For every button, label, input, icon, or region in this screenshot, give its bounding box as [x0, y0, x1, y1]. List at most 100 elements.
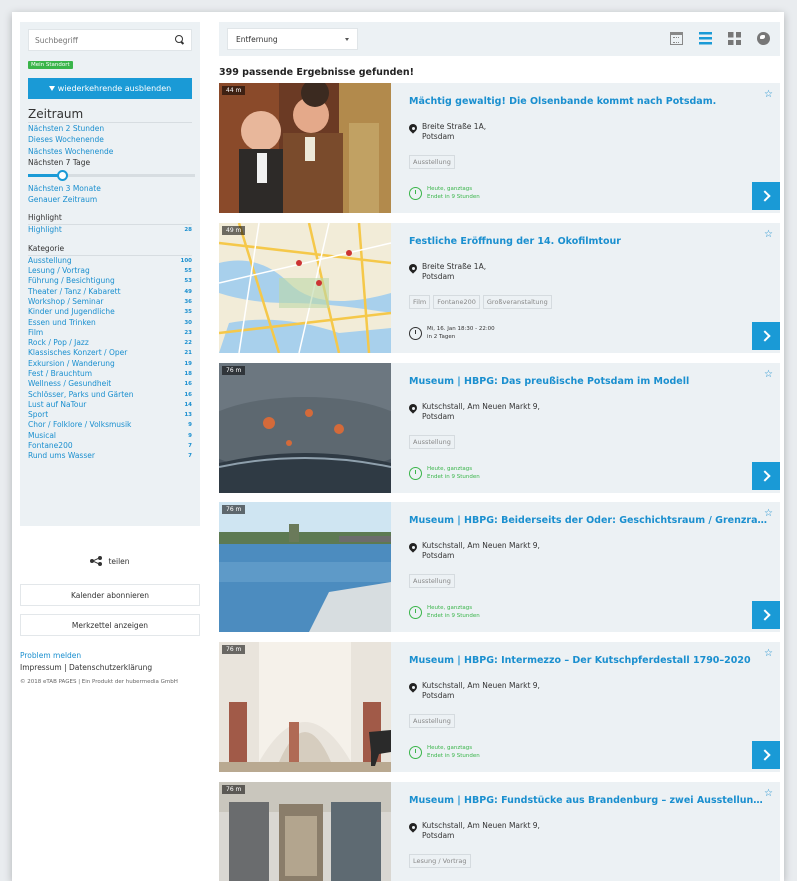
zeitraum-option[interactable]: Genauer Zeitraum	[28, 194, 192, 205]
category-row[interactable]: Kinder und Jugendliche 35	[28, 307, 192, 317]
category-label[interactable]: Workshop / Seminar	[28, 297, 104, 307]
hide-recurring-button[interactable]: wiederkehrende ausblenden	[28, 78, 192, 99]
highlight-label[interactable]: Highlight	[28, 225, 62, 235]
search-icon[interactable]	[175, 35, 185, 45]
zeitraum-option[interactable]: Nächsten 3 Monate	[28, 183, 192, 194]
category-row[interactable]: Workshop / Seminar 36	[28, 297, 192, 307]
category-label[interactable]: Fest / Brauchtum	[28, 369, 92, 379]
category-label[interactable]: Fontane200	[28, 441, 73, 451]
event-title[interactable]: Museum | HBPG: Fundstücke aus Brandenbur…	[409, 795, 769, 806]
sort-select[interactable]: Entfernung	[227, 28, 358, 50]
category-row[interactable]: Chor / Folklore / Volksmusik 9	[28, 420, 192, 430]
report-problem-link[interactable]: Problem melden	[20, 650, 200, 662]
category-row[interactable]: Theater / Tanz / Kabarett 49	[28, 287, 192, 297]
category-row[interactable]: Wellness / Gesundheit 16	[28, 379, 192, 389]
category-row[interactable]: Sport 13	[28, 410, 192, 420]
grid-icon[interactable]	[728, 32, 741, 45]
open-event-button[interactable]	[752, 601, 780, 629]
star-icon[interactable]: ☆	[764, 369, 773, 380]
category-row[interactable]: Schlösser, Parks und Gärten 16	[28, 390, 192, 400]
event-title[interactable]: Festliche Eröffnung der 14. Ökofilmtour	[409, 236, 769, 247]
category-tag[interactable]: Fontane200	[433, 295, 480, 309]
location-badge[interactable]: Mein Standort	[28, 61, 73, 69]
zeitraum-option[interactable]: Dieses Wochenende	[28, 134, 192, 145]
category-row[interactable]: Musical 9	[28, 431, 192, 441]
category-row[interactable]: Lust auf NaTour 14	[28, 400, 192, 410]
star-icon[interactable]: ☆	[764, 648, 773, 659]
category-tag[interactable]: Ausstellung	[409, 435, 455, 449]
event-card[interactable]: 44 m Mächtig gewaltig! Die Olsenbande kom…	[219, 83, 780, 213]
category-label[interactable]: Kinder und Jugendliche	[28, 307, 115, 317]
category-label[interactable]: Film	[28, 328, 43, 338]
highlight-row[interactable]: Highlight 28	[28, 225, 192, 235]
category-row[interactable]: Rund ums Wasser 7	[28, 451, 192, 461]
event-card[interactable]: 76 m Museum | HBPG: Beiderseits der Oder:…	[219, 502, 780, 632]
category-row[interactable]: Ausstellung 100	[28, 256, 192, 266]
star-icon[interactable]: ☆	[764, 229, 773, 240]
category-label[interactable]: Exkursion / Wanderung	[28, 359, 115, 369]
event-title[interactable]: Museum | HBPG: Beiderseits der Oder: Ges…	[409, 515, 769, 526]
category-tag[interactable]: Ausstellung	[409, 574, 455, 588]
event-image[interactable]: 76 m	[219, 363, 391, 493]
list-icon[interactable]	[699, 32, 712, 45]
star-icon[interactable]: ☆	[764, 89, 773, 100]
event-title[interactable]: Mächtig gewaltig! Die Olsenbande kommt n…	[409, 96, 769, 107]
open-event-button[interactable]	[752, 741, 780, 769]
category-label[interactable]: Lust auf NaTour	[28, 400, 86, 410]
category-row[interactable]: Fest / Brauchtum 18	[28, 369, 192, 379]
open-event-button[interactable]	[752, 462, 780, 490]
category-label[interactable]: Klassisches Konzert / Oper	[28, 348, 127, 358]
open-event-button[interactable]	[752, 182, 780, 210]
category-row[interactable]: Klassisches Konzert / Oper 21	[28, 348, 192, 358]
category-label[interactable]: Wellness / Gesundheit	[28, 379, 111, 389]
search-input[interactable]	[35, 35, 175, 45]
category-label[interactable]: Essen und Trinken	[28, 318, 96, 328]
category-row[interactable]: Film 23	[28, 328, 192, 338]
category-label[interactable]: Musical	[28, 431, 56, 441]
zeitraum-option[interactable]: Nächstes Wochenende	[28, 146, 192, 157]
show-watchlist-button[interactable]: Merkzettel anzeigen	[20, 614, 200, 636]
zeitraum-slider[interactable]	[28, 169, 195, 182]
calendar-icon[interactable]	[670, 32, 683, 45]
category-label[interactable]: Ausstellung	[28, 256, 72, 266]
event-image[interactable]: 49 m	[219, 223, 391, 353]
category-tag[interactable]: Ausstellung	[409, 155, 455, 169]
share-button[interactable]: teilen	[20, 556, 200, 566]
category-row[interactable]: Lesung / Vortrag 55	[28, 266, 192, 276]
event-image[interactable]: 76 m	[219, 642, 391, 772]
category-label[interactable]: Theater / Tanz / Kabarett	[28, 287, 121, 297]
event-title[interactable]: Museum | HBPG: Intermezzo – Der Kutschpf…	[409, 655, 769, 666]
category-tag[interactable]: Ausstellung	[409, 714, 455, 728]
event-card[interactable]: 76 m Museum | HBPG: Fundstücke aus Brande…	[219, 782, 780, 881]
category-row[interactable]: Exkursion / Wanderung 19	[28, 359, 192, 369]
category-tag[interactable]: Großveranstaltung	[482, 295, 552, 309]
slider-handle[interactable]	[57, 169, 68, 181]
globe-icon[interactable]	[757, 32, 770, 45]
category-tag[interactable]: Film	[409, 295, 431, 309]
event-title[interactable]: Museum | HBPG: Das preußische Potsdam im…	[409, 376, 769, 387]
category-row[interactable]: Essen und Trinken 30	[28, 318, 192, 328]
category-label[interactable]: Lesung / Vortrag	[28, 266, 90, 276]
category-row[interactable]: Rock / Pop / Jazz 22	[28, 338, 192, 348]
open-event-button[interactable]	[752, 322, 780, 350]
category-label[interactable]: Sport	[28, 410, 48, 420]
star-icon[interactable]: ☆	[764, 788, 773, 799]
event-image[interactable]: 44 m	[219, 83, 391, 213]
zeitraum-option[interactable]: Nächsten 2 Stunden	[28, 123, 192, 134]
event-card[interactable]: 49 m Festliche Eröffnung der 14. Ökofilmt…	[219, 223, 780, 353]
category-row[interactable]: Fontane200 7	[28, 441, 192, 451]
category-label[interactable]: Rock / Pop / Jazz	[28, 338, 89, 348]
event-card[interactable]: 76 m Museum | HBPG: Intermezzo – Der Kuts…	[219, 642, 780, 772]
imprint-links[interactable]: Impressum | Datenschutzerklärung	[20, 662, 200, 674]
category-label[interactable]: Rund ums Wasser	[28, 451, 95, 461]
category-label[interactable]: Schlösser, Parks und Gärten	[28, 390, 134, 400]
category-label[interactable]: Führung / Besichtigung	[28, 276, 115, 286]
event-image[interactable]: 76 m	[219, 782, 391, 881]
category-row[interactable]: Führung / Besichtigung 53	[28, 276, 192, 286]
subscribe-calendar-button[interactable]: Kalender abonnieren	[20, 584, 200, 606]
event-image[interactable]: 76 m	[219, 502, 391, 632]
star-icon[interactable]: ☆	[764, 508, 773, 519]
category-label[interactable]: Chor / Folklore / Volksmusik	[28, 420, 131, 430]
category-tag[interactable]: Lesung / Vortrag	[409, 854, 471, 868]
event-card[interactable]: 76 m Museum | HBPG: Das preußische Potsda…	[219, 363, 780, 493]
